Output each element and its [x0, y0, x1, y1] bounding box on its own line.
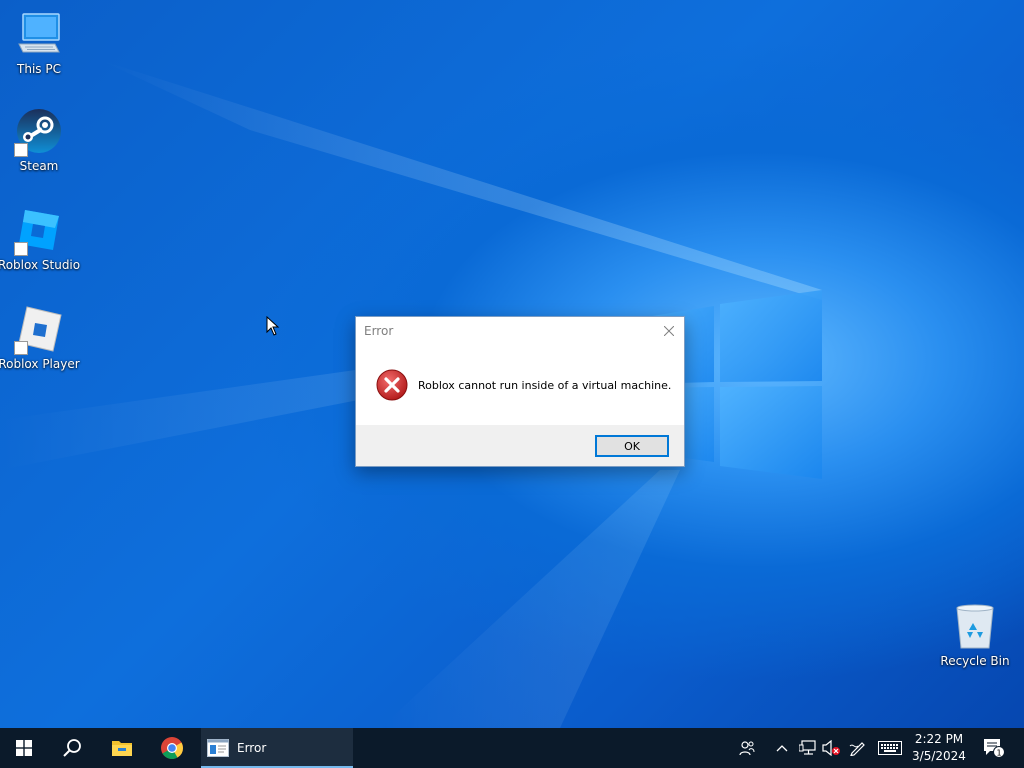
desktop-icon-label: Roblox Studio	[0, 258, 81, 272]
search-icon	[63, 739, 81, 757]
keyboard-icon	[878, 741, 902, 755]
recycle-bin-icon	[951, 602, 999, 650]
roblox-studio-icon	[14, 206, 63, 256]
tray-pen[interactable]	[846, 728, 870, 768]
start-button[interactable]	[0, 728, 48, 768]
notification-count: 1	[996, 749, 1001, 758]
taskbar-app-error[interactable]: Error	[201, 728, 353, 768]
dialog-titlebar[interactable]: Error	[356, 317, 684, 345]
action-center-button[interactable]: 1	[980, 728, 1008, 768]
taskbar-chrome[interactable]	[148, 728, 196, 768]
tray-show-hidden[interactable]	[772, 728, 792, 768]
dialog-message: Roblox cannot run inside of a virtual ma…	[418, 379, 672, 392]
chrome-icon	[161, 737, 183, 759]
people-icon	[739, 741, 755, 756]
dialog-title: Error	[364, 324, 394, 338]
taskbar: Error 2:22 PM 3/5/2024 1	[0, 728, 1024, 768]
file-explorer-icon	[112, 741, 132, 756]
steam-icon	[14, 107, 63, 157]
tray-volume[interactable]	[820, 728, 842, 768]
shortcut-arrow-icon	[14, 341, 28, 355]
tray-people[interactable]	[734, 728, 760, 768]
dialog-body: Roblox cannot run inside of a virtual ma…	[356, 345, 684, 425]
ok-button[interactable]: OK	[595, 435, 669, 457]
tray-keyboard[interactable]	[876, 728, 904, 768]
taskbar-clock[interactable]: 2:22 PM 3/5/2024	[908, 731, 970, 765]
mouse-pointer-icon	[266, 316, 280, 336]
error-icon	[376, 369, 408, 401]
desktop-icon-label: This PC	[17, 62, 61, 76]
search-button[interactable]	[48, 728, 96, 768]
desktop-icon-this-pc[interactable]: This PC	[0, 10, 78, 76]
roblox-player-icon	[14, 305, 63, 355]
desktop-icon-label: Recycle Bin	[940, 654, 1010, 668]
tray-network[interactable]	[796, 728, 820, 768]
taskbar-file-explorer[interactable]	[98, 728, 146, 768]
desktop: This PC Steam Roblox Studio Roblox Playe…	[0, 0, 1024, 728]
desktop-icon-label: Steam	[19, 159, 59, 173]
window-app-icon	[207, 739, 229, 757]
windows-start-icon	[16, 740, 32, 756]
desktop-icon-roblox-studio[interactable]: Roblox Studio	[0, 206, 81, 272]
chevron-up-icon	[776, 745, 788, 752]
clock-date: 3/5/2024	[912, 749, 966, 763]
pen-icon	[849, 742, 865, 756]
desktop-icon-recycle-bin[interactable]: Recycle Bin	[936, 602, 1014, 668]
desktop-icon-label: Roblox Player	[0, 357, 80, 371]
volume-muted-icon	[822, 740, 840, 756]
desktop-icon-steam[interactable]: Steam	[0, 107, 78, 173]
dialog-footer: OK	[356, 425, 684, 466]
shortcut-arrow-icon	[14, 242, 28, 256]
close-icon	[664, 326, 674, 336]
shortcut-arrow-icon	[14, 143, 28, 157]
error-dialog: Error Roblox cannot run inside of a virt…	[355, 316, 685, 467]
clock-time: 2:22 PM	[914, 732, 964, 746]
taskbar-app-label: Error	[237, 741, 267, 755]
computer-icon	[15, 10, 63, 58]
network-icon	[799, 740, 816, 755]
notification-icon: 1	[984, 739, 1005, 758]
desktop-icon-roblox-player[interactable]: Roblox Player	[0, 305, 80, 371]
close-button[interactable]	[654, 317, 684, 345]
